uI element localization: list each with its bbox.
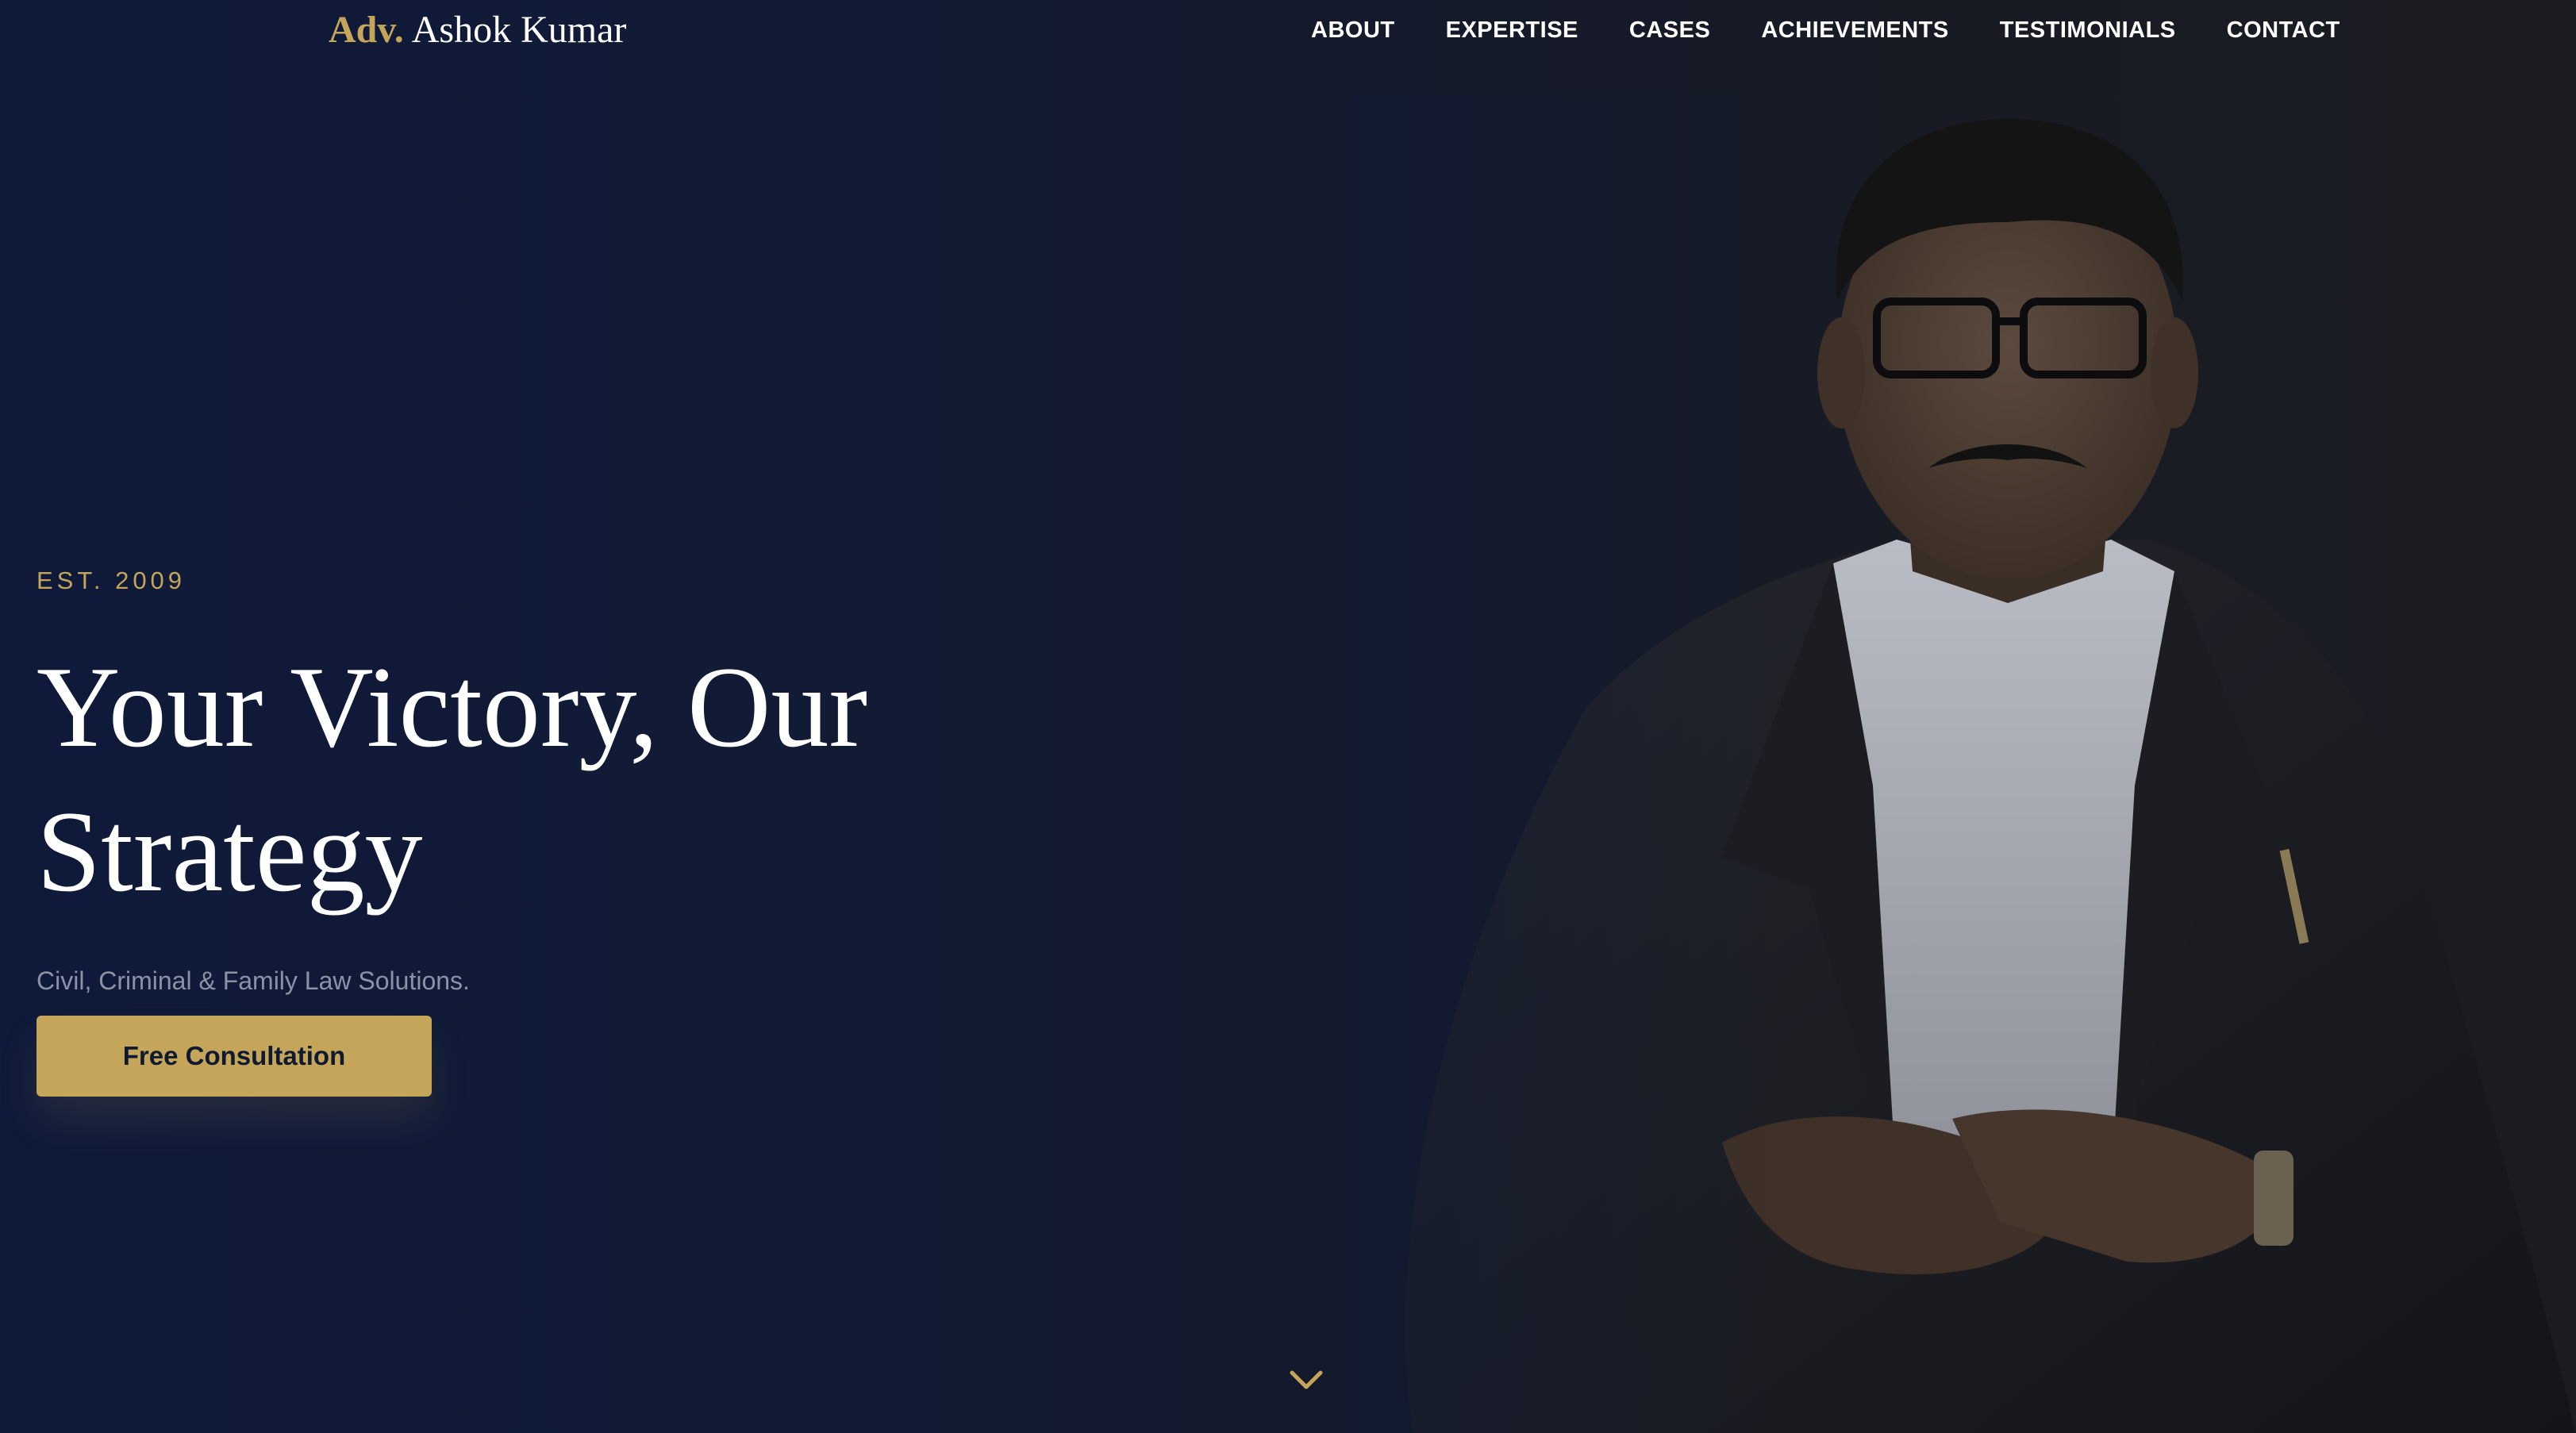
brand-logo[interactable]: Adv. Ashok Kumar — [329, 5, 626, 56]
main-nav: ABOUT EXPERTISE CASES ACHIEVEMENTS TESTI… — [1311, 13, 2340, 48]
nav-achievements[interactable]: ACHIEVEMENTS — [1761, 13, 1948, 48]
nav-about[interactable]: ABOUT — [1311, 13, 1395, 48]
brand-name: Ashok Kumar — [411, 9, 627, 51]
nav-expertise[interactable]: EXPERTISE — [1446, 13, 1578, 48]
established-label: EST. 2009 — [37, 567, 186, 594]
hero-section: Adv. Ashok Kumar ABOUT EXPERTISE CASES AC… — [0, 0, 2576, 1433]
brand-prefix: Adv. — [329, 9, 404, 51]
hero-headline: Your Victory, Our Strategy — [37, 643, 868, 916]
nav-testimonials[interactable]: TESTIMONIALS — [2000, 13, 2176, 48]
hero-subheadline: Civil, Criminal & Family Law Solutions. — [37, 966, 470, 995]
site-header: Adv. Ashok Kumar ABOUT EXPERTISE CASES AC… — [0, 0, 2576, 63]
nav-cases[interactable]: CASES — [1629, 13, 1710, 48]
free-consultation-button[interactable]: Free Consultation — [37, 1016, 432, 1097]
advocate-portrait — [1349, 95, 2576, 1433]
chevron-down-icon[interactable] — [1287, 1365, 1325, 1397]
nav-contact[interactable]: CONTACT — [2227, 13, 2340, 48]
